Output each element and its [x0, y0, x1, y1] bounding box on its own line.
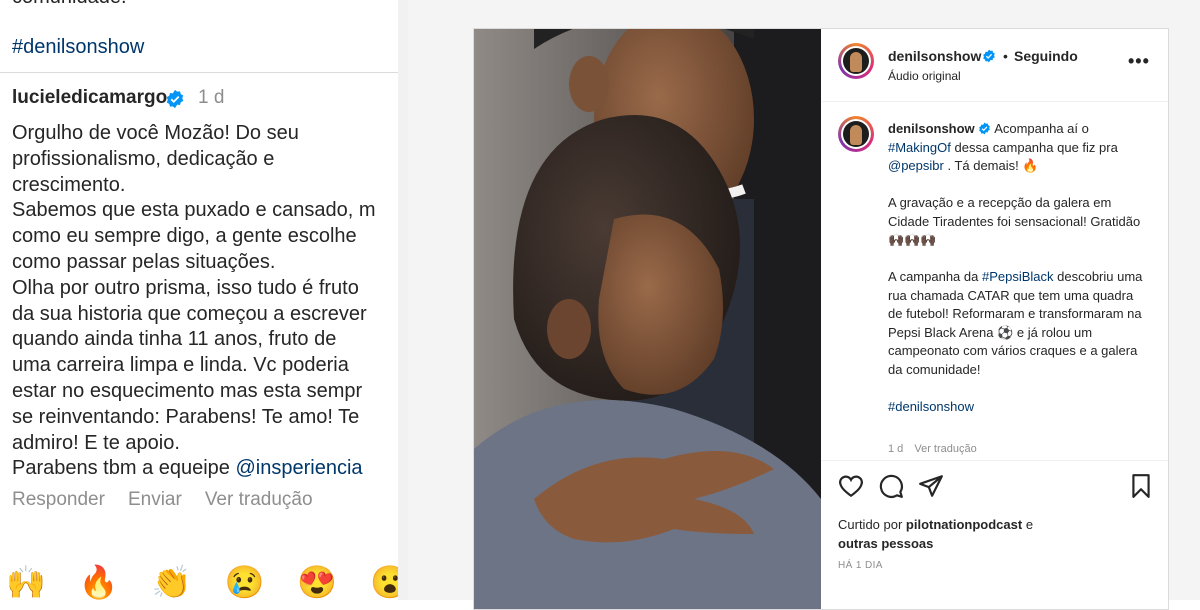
emoji-heart-eyes[interactable]: 😍 [297, 562, 337, 600]
caption-text: Acompanha aí o [991, 121, 1089, 136]
previous-caption-text: comunidade. [12, 0, 127, 9]
hashtag-makingof[interactable]: #MakingOf [888, 140, 951, 155]
like-heart-icon[interactable] [838, 473, 864, 499]
liked-user-link[interactable]: pilotnationpodcast [906, 517, 1022, 532]
caption-username[interactable]: denilsonshow [888, 121, 975, 136]
post-timestamp: HÁ 1 DIA [838, 560, 883, 571]
divider [822, 460, 1168, 461]
previous-caption-hashtag[interactable]: #denilsonshow [12, 36, 144, 59]
share-icon[interactable] [918, 473, 944, 499]
following-button[interactable]: Seguindo [1014, 48, 1078, 64]
comment-text: Orgulho de você Mozão! Do seu profission… [12, 121, 398, 482]
separator-dot: • [1003, 48, 1008, 64]
caption-time: 1 d [888, 443, 904, 455]
liked-prefix: Curtido por [838, 517, 906, 532]
comment-mention-link[interactable]: @insperiencia [236, 457, 363, 479]
video-frame-illustration [474, 29, 821, 609]
divider [0, 72, 398, 73]
see-translation-link[interactable]: Ver tradução [205, 489, 313, 511]
post-actions [822, 473, 1168, 509]
caption-text: . Tá demais! 🔥 [943, 158, 1039, 173]
verified-icon [166, 89, 184, 109]
more-options-icon[interactable]: ••• [1128, 51, 1150, 72]
author-username[interactable]: denilsonshow [888, 48, 981, 64]
comment-username[interactable]: lucieledicamargo [12, 87, 167, 109]
comment-time: 1 d [198, 87, 225, 108]
verified-icon [983, 49, 995, 63]
caption-text: dessa campanha que fiz pra [950, 139, 1118, 155]
liked-mid: e [1022, 517, 1034, 532]
caption-meta: 1 d Ver tradução [888, 443, 985, 455]
divider [822, 101, 1168, 102]
liked-by: Curtido por pilotnationpodcast e outras … [838, 515, 1033, 553]
screenshot-gutter [398, 0, 408, 600]
other-likers-link[interactable]: outras pessoas [838, 536, 933, 551]
emoji-quick-reactions: 🙌 🔥 👏 😢 😍 😮 [6, 562, 398, 600]
caption-avatar[interactable] [838, 116, 874, 152]
post-modal: denilsonshow • Seguindo Áudio original •… [473, 28, 1169, 610]
reply-button[interactable]: Responder [12, 489, 105, 511]
original-audio-link[interactable]: Áudio original [888, 69, 961, 83]
post-sidebar: denilsonshow • Seguindo Áudio original •… [822, 29, 1168, 609]
emoji-crying[interactable]: 😢 [225, 562, 265, 600]
see-translation-link[interactable]: Ver tradução [914, 443, 976, 455]
caption-text: descobriu uma rua chamada CATAR que tem … [888, 269, 1143, 377]
hashtag-denilsonshow[interactable]: #denilsonshow [888, 399, 974, 414]
send-button[interactable]: Enviar [128, 489, 182, 511]
comment-body: Orgulho de você Mozão! Do seu profission… [12, 122, 376, 480]
caption-text: A campanha da [888, 269, 982, 284]
post-caption: denilsonshow Acompanha aí o #MakingOf de… [888, 120, 1148, 435]
verified-icon [979, 122, 991, 135]
emoji-surprised[interactable]: 😮 [370, 562, 398, 600]
emoji-raising-hands[interactable]: 🙌 [6, 562, 46, 600]
comment-actions: Responder Enviar Ver tradução [12, 489, 313, 511]
hashtag-pepsiblack[interactable]: #PepsiBlack [982, 269, 1054, 284]
save-bookmark-icon[interactable] [1128, 473, 1154, 499]
post-video[interactable] [474, 29, 821, 609]
caption-paragraph-2: A gravação e a recepção da galera em Cid… [888, 195, 1141, 247]
author-avatar[interactable] [838, 43, 874, 79]
emoji-fire[interactable]: 🔥 [79, 562, 119, 600]
comments-panel: comunidade. #denilsonshow lucieledicamar… [0, 0, 398, 600]
mention-pepsibr[interactable]: @pepsibr [888, 158, 944, 173]
emoji-clapping[interactable]: 👏 [152, 562, 192, 600]
comment-icon[interactable] [878, 473, 904, 499]
